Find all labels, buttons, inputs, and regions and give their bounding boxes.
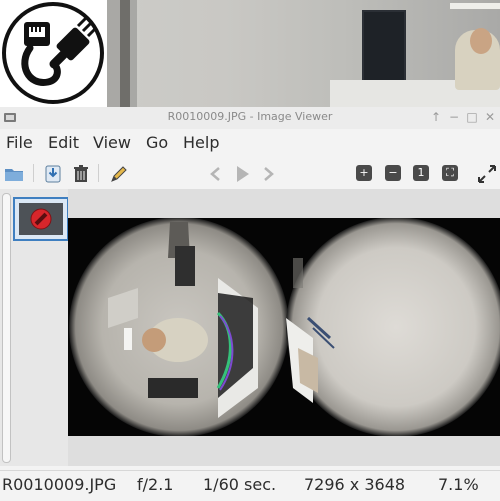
status-filename: R0010009.JPG <box>2 475 117 494</box>
menu-view[interactable]: View <box>93 133 131 152</box>
image-canvas[interactable] <box>68 189 500 466</box>
menu-edit[interactable]: Edit <box>48 133 79 152</box>
dual-fisheye-photo <box>68 218 500 436</box>
status-dimensions: 7296 x 3648 <box>304 475 406 494</box>
fullscreen-icon[interactable] <box>476 163 498 185</box>
save-icon[interactable] <box>42 163 64 185</box>
ceiling-light <box>450 3 500 9</box>
folder-open-icon[interactable] <box>3 163 25 185</box>
toolbar-separator <box>33 164 34 182</box>
maximize-button[interactable]: □ <box>464 109 480 125</box>
zoom-original-button[interactable]: 1 <box>413 165 429 181</box>
title-bar[interactable]: R0010009.JPG - Image Viewer ↑ − □ ✕ <box>0 107 500 130</box>
keep-above-button[interactable]: ↑ <box>428 109 444 125</box>
close-button[interactable]: ✕ <box>482 109 498 125</box>
image-viewer-window: R0010009.JPG - Image Viewer ↑ − □ ✕ File… <box>0 107 500 501</box>
toolbar-separator <box>98 164 99 182</box>
play-icon[interactable] <box>231 163 253 185</box>
thumbnail-panel <box>0 189 69 466</box>
menu-file[interactable]: File <box>6 133 33 152</box>
minimize-button[interactable]: − <box>446 109 462 125</box>
thumbnail-scrollbar[interactable] <box>2 193 11 463</box>
door-frame <box>120 0 130 107</box>
background-person-head <box>470 28 492 54</box>
trash-icon[interactable] <box>70 163 92 185</box>
zoom-out-button[interactable]: − <box>385 165 401 181</box>
status-zoom: 7.1% <box>438 475 479 494</box>
window-title: R0010009.JPG - Image Viewer <box>167 110 333 123</box>
ethernet-cable-icon <box>2 2 104 104</box>
status-exposure: 1/60 sec. <box>203 475 277 494</box>
thumbnail-image <box>19 203 63 235</box>
menu-bar: File Edit View Go Help <box>0 129 500 158</box>
arrow-right-icon[interactable] <box>258 163 280 185</box>
background-monitor <box>362 10 406 89</box>
zoom-fit-button[interactable]: ⛶ <box>442 165 458 181</box>
status-aperture: f/2.1 <box>137 475 174 494</box>
thumbnail-selected[interactable] <box>13 197 69 241</box>
zoom-in-button[interactable]: + <box>356 165 372 181</box>
toolbar: + − 1 ⛶ <box>0 157 500 190</box>
status-bar: R0010009.JPG f/2.1 1/60 sec. 7296 x 3648… <box>0 470 500 501</box>
menu-help[interactable]: Help <box>183 133 219 152</box>
no-entry-icon <box>30 208 52 230</box>
menu-go[interactable]: Go <box>146 133 168 152</box>
arrow-left-icon[interactable] <box>204 163 226 185</box>
logo <box>0 0 107 107</box>
pencil-icon[interactable] <box>108 163 130 185</box>
